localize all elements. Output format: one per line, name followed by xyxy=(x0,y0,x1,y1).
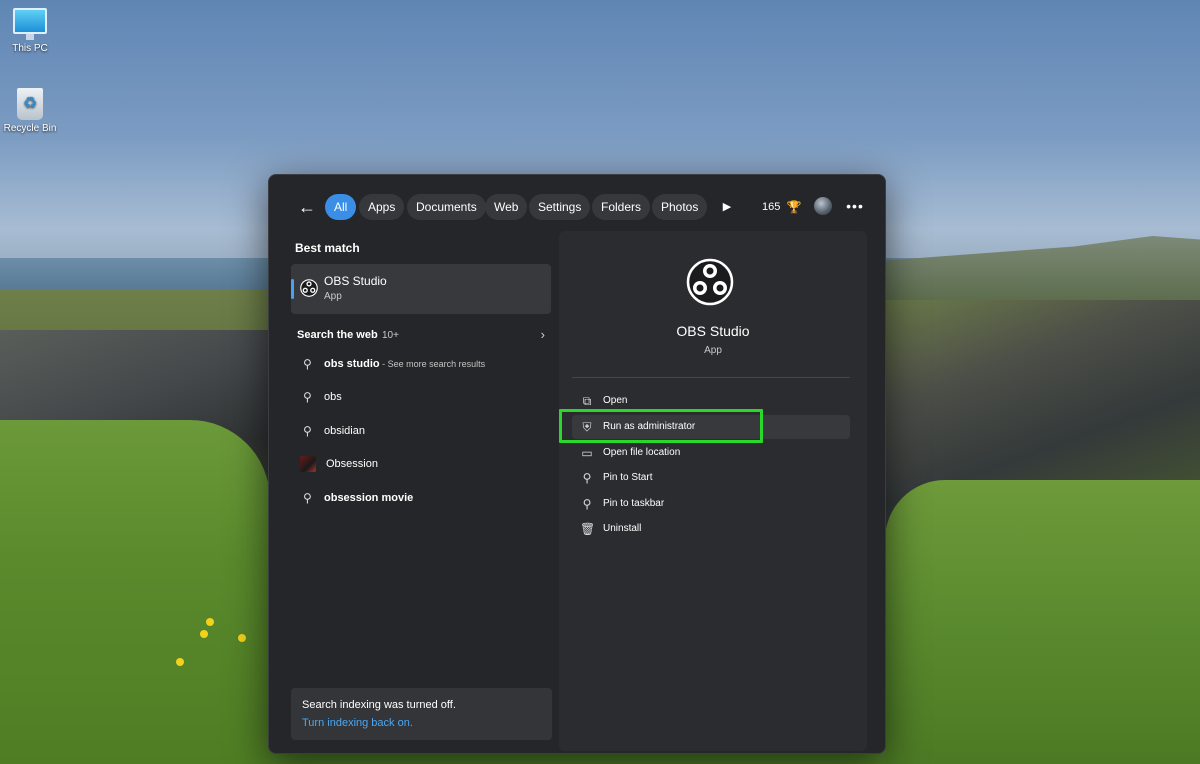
detail-app-name: OBS Studio xyxy=(676,323,750,339)
indexing-notice-text: Search indexing was turned off. xyxy=(302,699,456,711)
filter-documents[interactable]: Documents xyxy=(407,194,486,220)
filter-web[interactable]: Web xyxy=(485,194,528,220)
action-pin-to-taskbar[interactable]: ⚲ Pin to taskbar xyxy=(572,492,850,516)
rewards-points[interactable]: 165 xyxy=(762,195,780,219)
search-filter-bar: ← All Apps Documents Web Settings Folder… xyxy=(269,175,885,237)
indexing-notice: Search indexing was turned off. Turn ind… xyxy=(291,688,552,740)
suggestion-text: obsession movie xyxy=(324,492,414,504)
best-match-item[interactable]: OBS Studio App xyxy=(291,264,551,314)
search-icon: ⚲ xyxy=(303,357,312,371)
obs-logo-icon xyxy=(686,258,734,306)
best-match-name: OBS Studio xyxy=(324,274,387,288)
movie-thumbnail xyxy=(300,456,316,472)
chevron-right-icon: › xyxy=(540,327,545,342)
action-pin-to-start[interactable]: ⚲ Pin to Start xyxy=(572,466,850,490)
action-label: Uninstall xyxy=(603,523,642,534)
search-icon: ⚲ xyxy=(303,424,312,438)
action-label: Pin to taskbar xyxy=(603,498,665,509)
recycle-bin-icon: ♻ xyxy=(17,88,43,120)
action-label: Open xyxy=(603,395,628,406)
suggestion-item[interactable]: ⚲ obsession movie xyxy=(291,484,551,514)
detail-app-kind: App xyxy=(704,345,722,356)
suggestion-item[interactable]: ⚲ obs studio - See more search results xyxy=(291,350,551,380)
search-web-header[interactable]: Search the web 10+ › xyxy=(291,325,551,347)
action-label: Pin to Start xyxy=(603,472,653,483)
suggestion-text: obs studio xyxy=(324,358,380,370)
arrow-left-icon: ← xyxy=(298,197,316,217)
suggestion-item[interactable]: ⚲ obs xyxy=(291,383,551,413)
back-button[interactable]: ← xyxy=(295,195,319,219)
search-icon: ⚲ xyxy=(303,390,312,404)
suggestion-text: obsidian xyxy=(324,425,365,437)
highlight-box xyxy=(559,409,763,443)
suggestion-text: Obsession xyxy=(326,458,378,470)
desktop-icon-this-pc[interactable]: This PC xyxy=(0,8,60,54)
ellipsis-icon: ••• xyxy=(846,198,864,214)
obs-logo-icon xyxy=(300,279,318,297)
filter-photos[interactable]: Photos xyxy=(652,194,708,220)
computer-icon xyxy=(13,8,47,40)
wallpaper-flower xyxy=(200,630,208,638)
search-web-count: 10+ xyxy=(382,330,399,341)
best-match-kind: App xyxy=(324,291,342,302)
trash-icon: 🗑 xyxy=(580,522,596,536)
pin-icon: ⚲ xyxy=(582,471,592,485)
avatar[interactable] xyxy=(814,197,832,215)
action-open-file-location[interactable]: ▭ Open file location xyxy=(572,441,850,465)
pin-icon: ⚲ xyxy=(582,497,592,511)
suggestion-item[interactable]: ⚲ obsidian xyxy=(291,417,551,447)
filter-folders[interactable]: Folders xyxy=(592,194,651,220)
more-filters-button[interactable]: ▶ xyxy=(716,195,738,219)
action-uninstall[interactable]: 🗑 Uninstall xyxy=(572,517,850,541)
play-icon: ▶ xyxy=(722,201,732,213)
results-column: Best match OBS Studio App Search the web… xyxy=(269,237,559,753)
wallpaper-hills xyxy=(885,236,1200,306)
wallpaper-flower xyxy=(238,634,246,642)
best-match-heading: Best match xyxy=(295,241,360,255)
trophy-icon[interactable]: 🏆 xyxy=(786,195,802,219)
selection-indicator xyxy=(291,279,294,299)
app-detail-pane: OBS Studio App ⧉ Open ⛨ Run as administr… xyxy=(559,231,867,751)
search-panel: ← All Apps Documents Web Settings Folder… xyxy=(268,174,886,754)
filter-settings[interactable]: Settings xyxy=(529,194,591,220)
suggestion-item[interactable]: Obsession xyxy=(291,450,551,480)
desktop-icon-label: This PC xyxy=(12,43,48,54)
wallpaper-grass-left xyxy=(0,420,270,764)
wallpaper-flower xyxy=(206,618,214,626)
filter-apps[interactable]: Apps xyxy=(359,194,405,220)
search-icon: ⚲ xyxy=(303,491,312,505)
more-options-button[interactable]: ••• xyxy=(845,195,865,219)
desktop-icon-recycle-bin[interactable]: ♻ Recycle Bin xyxy=(0,88,60,134)
divider xyxy=(572,377,850,378)
wallpaper-flower xyxy=(176,658,184,666)
open-external-icon: ⧉ xyxy=(582,394,592,408)
wallpaper-grass-right xyxy=(885,480,1200,764)
search-web-title: Search the web xyxy=(297,329,378,341)
desktop-icon-label: Recycle Bin xyxy=(3,123,57,134)
action-label: Open file location xyxy=(603,447,681,458)
suggestion-suffix: See more search results xyxy=(387,359,486,369)
suggestion-text: obs xyxy=(324,391,342,403)
folder-icon: ▭ xyxy=(581,446,593,460)
turn-indexing-on-link[interactable]: Turn indexing back on. xyxy=(302,717,413,729)
filter-all[interactable]: All xyxy=(325,194,357,220)
